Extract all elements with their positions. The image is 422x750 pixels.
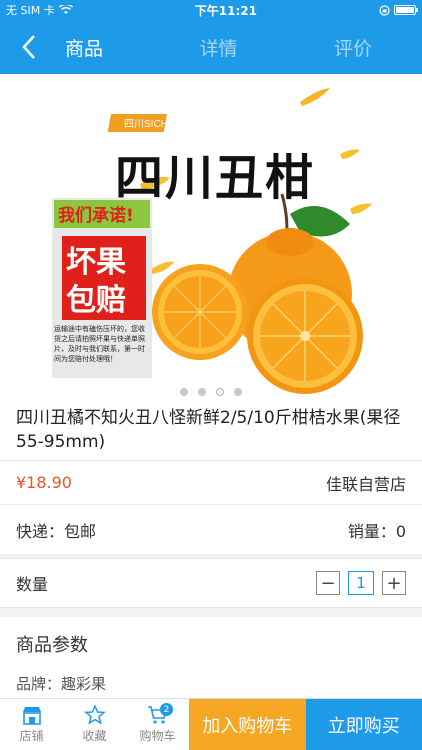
guarantee-line1: 坏果	[66, 245, 126, 280]
cart-label: 购物车	[139, 729, 176, 743]
buy-now-button[interactable]: 立即购买	[305, 699, 422, 750]
sales-count: 销量：0	[347, 521, 406, 541]
nav-tabs: 商品 详情 评价	[0, 34, 422, 61]
favorite-button[interactable]: 收藏	[63, 699, 126, 750]
quantity-minus-button[interactable]: −	[316, 571, 340, 595]
params-heading: 商品参数	[16, 635, 88, 656]
wifi-icon	[58, 5, 73, 14]
tab-product[interactable]: 商品	[55, 34, 113, 61]
product-title: 四川丑橘不知火丑八怪新鲜2/5/10斤柑桔水果(果径55-95mm)	[16, 408, 401, 452]
price: ¥18.90	[16, 473, 72, 492]
bottom-bar: 店铺 收藏 购物车 2 加入购物车 立即购买	[0, 698, 422, 750]
carousel-dot[interactable]	[180, 388, 188, 396]
half-orange-right-center	[300, 331, 310, 341]
favorite-label: 收藏	[82, 729, 107, 743]
quantity-input[interactable]: 1	[348, 571, 374, 595]
product-image-carousel[interactable]: 四川SICHUAN 四川丑柑 我们承诺! 坏果 包赔 运输途中有磕伤压坏的，您收…	[0, 74, 422, 402]
product-page: 无 SIM 卡 下午11:21 商品 详情 评价 四川SICHUAN 四川丑柑 …	[0, 0, 422, 750]
carousel-dot[interactable]	[234, 388, 242, 396]
carousel-dot-active[interactable]	[216, 388, 224, 396]
status-right	[379, 4, 418, 16]
orientation-lock-icon	[379, 4, 390, 16]
back-button[interactable]	[14, 32, 44, 62]
status-bar: 无 SIM 卡 下午11:21	[0, 0, 422, 20]
chevron-left-icon	[22, 35, 35, 59]
param-brand: 品牌：趣彩果	[16, 675, 107, 693]
product-title-block: 四川丑橘不知火丑八怪新鲜2/5/10斤柑桔水果(果径55-95mm)	[0, 402, 422, 460]
shipping-info: 快递：包邮	[16, 521, 97, 541]
guarantee-line2: 包赔	[66, 283, 126, 318]
leaf-decor-icon	[350, 203, 372, 214]
carousel-dots	[0, 388, 422, 396]
quantity-plus-button[interactable]: +	[382, 571, 406, 595]
carrier-label: 无 SIM 卡	[6, 4, 55, 17]
top-bar: 无 SIM 卡 下午11:21 商品 详情 评价	[0, 0, 422, 74]
tab-reviews[interactable]: 评价	[324, 34, 382, 61]
battery-icon	[393, 5, 418, 15]
store-icon	[22, 707, 41, 725]
store-name[interactable]: 佳联自营店	[326, 471, 406, 495]
orange-top	[266, 228, 314, 256]
store-button[interactable]: 店铺	[0, 699, 63, 750]
cart-count-badge: 2	[160, 703, 173, 716]
product-image: 四川SICHUAN 四川丑柑 我们承诺! 坏果 包赔 运输途中有磕伤压坏的，您收…	[52, 88, 372, 394]
status-left: 无 SIM 卡	[6, 2, 73, 18]
tab-details[interactable]: 详情	[189, 34, 247, 61]
leaf-decor-icon	[150, 261, 174, 274]
guarantee-note: 运输途中有磕伤压坏的，您收货之后请拍照坏果与快递单照片，及时与我们联系，第一时间…	[54, 325, 145, 363]
guarantee-note-box: 运输途中有磕伤压坏的，您收货之后请拍照坏果与快递单照片，及时与我们联系，第一时间…	[54, 325, 145, 363]
price-row: ¥18.90 佳联自营店	[0, 460, 422, 504]
leaf-decor-icon	[300, 88, 330, 106]
add-to-cart-button[interactable]: 加入购物车	[189, 699, 306, 750]
leaf-decor-icon	[340, 149, 360, 159]
star-icon	[83, 705, 106, 725]
nav-bar: 商品 详情 评价	[0, 20, 422, 74]
quantity-row: 数量 − 1 +	[0, 558, 422, 608]
store-label: 店铺	[19, 729, 44, 743]
quantity-stepper: − 1 +	[316, 571, 406, 595]
shipping-row: 快递：包邮 销量：0	[0, 504, 422, 554]
brand-calligraphy: 四川丑柑	[115, 150, 315, 206]
cart-button[interactable]: 购物车 2	[126, 699, 189, 750]
quantity-label: 数量	[16, 575, 49, 594]
banner-tag-text: 四川SICHUAN	[124, 119, 189, 130]
carousel-dot[interactable]	[198, 388, 206, 396]
status-time: 下午11:21	[194, 3, 257, 18]
promise-title: 我们承诺!	[58, 205, 134, 226]
